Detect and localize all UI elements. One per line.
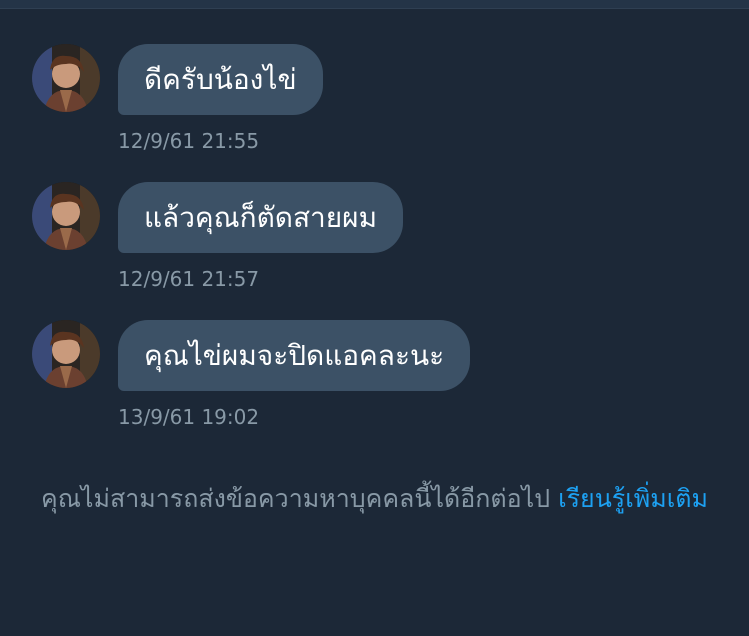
avatar-icon <box>32 44 100 112</box>
message-timestamp: 12/9/61 21:57 <box>118 267 260 291</box>
conversation-screen: ดีครับน้องไข่ 12/9/61 21:55 แล้วคุณก็ตัด… <box>0 0 749 636</box>
message-timestamp: 13/9/61 19:02 <box>118 405 260 429</box>
avatar[interactable] <box>32 320 100 388</box>
top-divider <box>0 0 749 9</box>
message-bubble[interactable]: คุณไข่ผมจะปิดแอคละนะ <box>118 320 471 391</box>
avatar-icon <box>32 182 100 250</box>
avatar[interactable] <box>32 182 100 250</box>
cannot-message-notice: คุณไม่สามารถส่งข้อความหาบุคคลนี้ได้อีกต่… <box>0 478 749 520</box>
notice-text: คุณไม่สามารถส่งข้อความหาบุคคลนี้ได้อีกต่… <box>41 484 551 513</box>
learn-more-link[interactable]: เรียนรู้เพิ่มเติม <box>558 484 708 513</box>
avatar-icon <box>32 320 100 388</box>
message-bubble[interactable]: แล้วคุณก็ตัดสายผม <box>118 182 404 253</box>
message-timestamp: 12/9/61 21:55 <box>118 129 260 153</box>
message-bubble[interactable]: ดีครับน้องไข่ <box>118 44 323 115</box>
avatar[interactable] <box>32 44 100 112</box>
